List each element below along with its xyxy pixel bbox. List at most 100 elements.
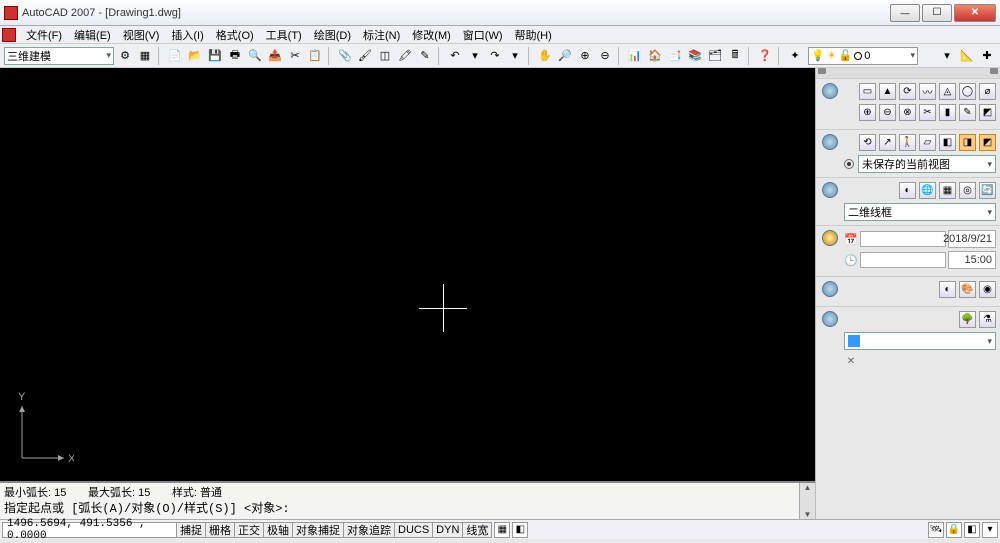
- drawing-canvas[interactable]: X Y: [0, 68, 815, 481]
- redo-icon[interactable]: ↷: [486, 47, 504, 65]
- menu-tools[interactable]: 工具(T): [260, 26, 308, 44]
- workspace-select[interactable]: 三维建模: [4, 47, 114, 65]
- status-osnap[interactable]: 对象捕捉: [292, 522, 344, 538]
- helix-icon[interactable]: ⌀: [979, 83, 996, 100]
- view-select[interactable]: 未保存的当前视图: [858, 155, 996, 173]
- vs3-icon[interactable]: ▦: [939, 182, 956, 199]
- dc-icon[interactable]: 🏠: [646, 47, 664, 65]
- dash-tab-view-icon[interactable]: [822, 134, 838, 150]
- menu-draw[interactable]: 绘图(D): [308, 26, 357, 44]
- qcalc-icon[interactable]: 🖩: [726, 47, 744, 65]
- loft-icon[interactable]: ◬: [939, 83, 956, 100]
- walk-icon[interactable]: 🚶: [899, 134, 916, 151]
- status-snap[interactable]: 捕捉: [176, 522, 206, 538]
- status-tray1-icon[interactable]: 🔒: [946, 522, 962, 538]
- dash-tab-create-icon[interactable]: [822, 83, 838, 99]
- close-button[interactable]: [954, 4, 996, 22]
- mat1-icon[interactable]: ◐: [939, 281, 956, 298]
- status-tray2-icon[interactable]: ◧: [964, 522, 980, 538]
- layer-mgr-icon[interactable]: ✦: [786, 47, 804, 65]
- command-scrollbar[interactable]: ▲▼: [799, 483, 815, 519]
- render-close-icon[interactable]: ✕: [844, 354, 858, 368]
- markup-icon[interactable]: 🗂: [706, 47, 724, 65]
- tp-icon[interactable]: 📑: [666, 47, 684, 65]
- pan-icon[interactable]: ✋: [536, 47, 554, 65]
- new-icon[interactable]: 📄: [166, 47, 184, 65]
- thicken-icon[interactable]: ▮: [939, 104, 956, 121]
- undo-drop-icon[interactable]: ▾: [466, 47, 484, 65]
- menu-modify[interactable]: 修改(M): [406, 26, 457, 44]
- block-icon[interactable]: ◫: [376, 47, 394, 65]
- status-ducs[interactable]: DUCS: [394, 522, 433, 538]
- render2-icon[interactable]: ⚗: [979, 311, 996, 328]
- sweep-icon[interactable]: 〰: [919, 83, 936, 100]
- erase-icon[interactable]: ✎: [416, 47, 434, 65]
- intersect-icon[interactable]: ⊗: [899, 104, 916, 121]
- revolve-icon[interactable]: ⟳: [899, 83, 916, 100]
- print-icon[interactable]: 🖶: [226, 47, 244, 65]
- mat2-icon[interactable]: 🎨: [959, 281, 976, 298]
- render1-icon[interactable]: 🌳: [959, 311, 976, 328]
- minimize-button[interactable]: [890, 4, 920, 22]
- menu-help[interactable]: 帮助(H): [509, 26, 558, 44]
- view-radio[interactable]: [844, 159, 854, 169]
- ssm-icon[interactable]: 📚: [686, 47, 704, 65]
- status-tray3-icon[interactable]: ▾: [982, 522, 998, 538]
- zoom-prev-icon[interactable]: ⊖: [596, 47, 614, 65]
- status-grid[interactable]: 栅格: [205, 522, 235, 538]
- command-text[interactable]: 最小弧长: 15 最大弧长: 15 样式: 普通 指定起点或 [弧长(A)/对象…: [0, 483, 799, 519]
- menu-file[interactable]: 文件(F): [20, 26, 68, 44]
- open-icon[interactable]: 📂: [186, 47, 204, 65]
- view3-icon[interactable]: ◩: [979, 134, 996, 151]
- status-model-icon[interactable]: ▦: [494, 522, 510, 538]
- undo-icon[interactable]: ↶: [446, 47, 464, 65]
- vs5-icon[interactable]: 🔄: [979, 182, 996, 199]
- vs2-icon[interactable]: 🌐: [919, 182, 936, 199]
- status-comm-icon[interactable]: 🛰: [928, 522, 944, 538]
- paste-icon[interactable]: 📎: [336, 47, 354, 65]
- vs1-icon[interactable]: ◐: [899, 182, 916, 199]
- dash-tab-mat-icon[interactable]: [822, 281, 838, 297]
- dash-tab-render-icon[interactable]: [822, 311, 838, 327]
- subtract-icon[interactable]: ⊖: [879, 104, 896, 121]
- dashboard-head[interactable]: [816, 68, 1000, 78]
- layer-prev-icon[interactable]: ▾: [938, 47, 956, 65]
- publish-icon[interactable]: 📤: [266, 47, 284, 65]
- preview-icon[interactable]: 🔍: [246, 47, 264, 65]
- zoom-rt-icon[interactable]: 🔎: [556, 47, 574, 65]
- maximize-button[interactable]: [922, 4, 952, 22]
- cut-icon[interactable]: ✂: [286, 47, 304, 65]
- zoom-win-icon[interactable]: ⊕: [576, 47, 594, 65]
- box-icon[interactable]: ▭: [859, 83, 876, 100]
- status-ortho[interactable]: 正交: [234, 522, 264, 538]
- prop-icon[interactable]: 📊: [626, 47, 644, 65]
- layer-tool1-icon[interactable]: 📐: [958, 47, 976, 65]
- layer-tool2-icon[interactable]: ✚: [978, 47, 996, 65]
- status-otrack[interactable]: 对象追踪: [343, 522, 395, 538]
- status-layout-icon[interactable]: ◧: [512, 522, 528, 538]
- render-select[interactable]: [844, 332, 996, 350]
- view1-icon[interactable]: ◧: [939, 134, 956, 151]
- workspace-settings-icon[interactable]: ⚙: [116, 47, 134, 65]
- status-dyn[interactable]: DYN: [432, 522, 463, 538]
- dash-tab-visual-icon[interactable]: [822, 182, 838, 198]
- orbit-icon[interactable]: ⟲: [859, 134, 876, 151]
- match-icon[interactable]: 🖌: [356, 47, 374, 65]
- date-slider[interactable]: [860, 231, 946, 247]
- help-icon[interactable]: ❓: [756, 47, 774, 65]
- dash-tab-light-icon[interactable]: [822, 230, 838, 246]
- menu-window[interactable]: 窗口(W): [457, 26, 509, 44]
- copy-icon[interactable]: 📋: [306, 47, 324, 65]
- proj-icon[interactable]: ▱: [919, 134, 936, 151]
- section-icon[interactable]: ◩: [979, 104, 996, 121]
- view2-icon[interactable]: ◨: [959, 134, 976, 151]
- layer-dropdown[interactable]: 💡 ☀ 🔓 0: [808, 47, 918, 65]
- union-icon[interactable]: ⊕: [859, 104, 876, 121]
- imprint-icon[interactable]: ✎: [959, 104, 976, 121]
- menu-format[interactable]: 格式(O): [210, 26, 260, 44]
- slice-icon[interactable]: ✂: [919, 104, 936, 121]
- poly-icon[interactable]: ◯: [959, 83, 976, 100]
- menu-dimension[interactable]: 标注(N): [357, 26, 406, 44]
- paint-icon[interactable]: 🖍: [396, 47, 414, 65]
- workspace-save-icon[interactable]: ▦: [136, 47, 154, 65]
